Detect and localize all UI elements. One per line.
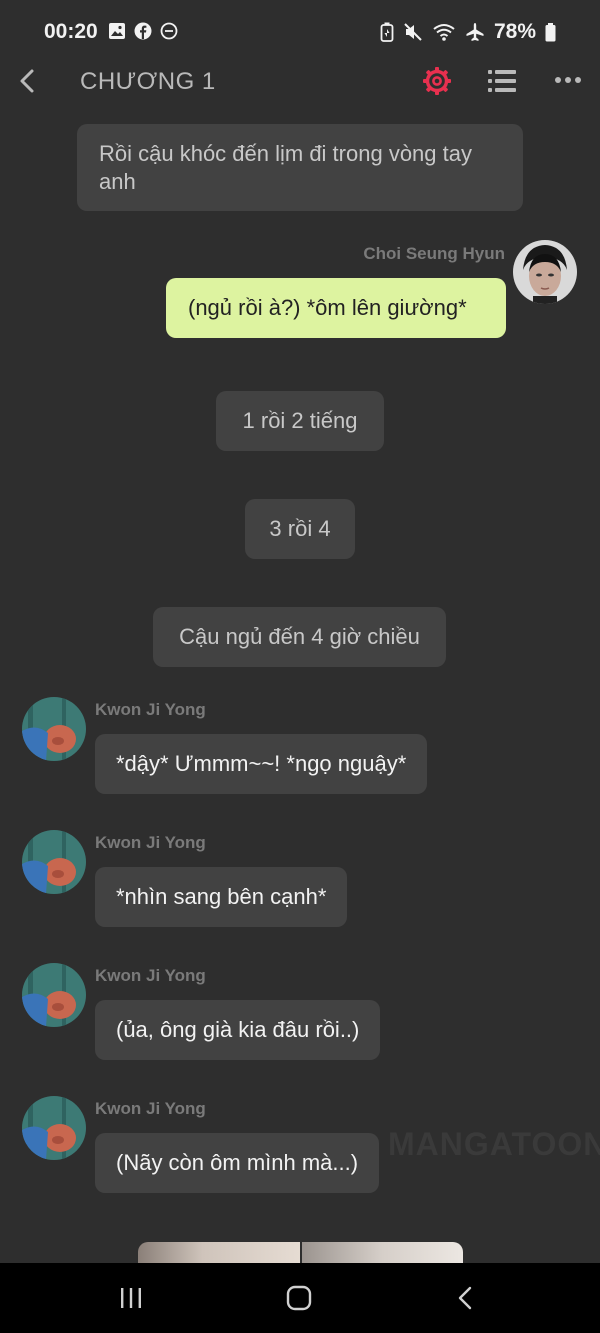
status-time: 00:20	[44, 20, 98, 43]
mute-icon	[404, 23, 422, 41]
message-text: (ủa, ông già kia đâu rồi..)	[116, 1017, 360, 1042]
message-bubble-right: (ngủ rồi à?) *ôm lên giường*	[166, 278, 506, 338]
message-bubble-left: (Nãy còn ôm mình mà...)	[95, 1133, 380, 1193]
dnd-icon	[160, 22, 178, 40]
chapter-list-icon[interactable]	[488, 68, 516, 94]
narration-text: 3 rồi 4	[269, 516, 331, 541]
wifi-icon	[433, 24, 455, 41]
narration-text: 1 rồi 2 tiếng	[242, 408, 358, 433]
avatar-choi-seung-hyun[interactable]	[513, 240, 577, 304]
battery-saver-icon	[380, 22, 394, 42]
status-right-icons: 78%	[380, 20, 556, 44]
status-left-icons	[108, 22, 178, 40]
avatar-kwon-ji-yong[interactable]	[22, 963, 86, 1027]
app-bar: CHƯƠNG 1	[0, 60, 600, 106]
avatar-image-icon	[22, 1096, 86, 1160]
more-options-icon[interactable]	[554, 72, 582, 88]
settings-gear-icon[interactable]	[422, 66, 452, 96]
message-bubble-left: (ủa, ông già kia đâu rồi..)	[95, 1000, 381, 1060]
narration-bubble: 3 rồi 4	[245, 499, 355, 559]
avatar-kwon-ji-yong[interactable]	[22, 1096, 86, 1160]
back-arrow-icon[interactable]	[14, 66, 40, 96]
message-bubble-left: *dậy* Ưmmm~~! *ngọ nguậy*	[95, 734, 428, 794]
avatar-kwon-ji-yong[interactable]	[22, 697, 86, 761]
avatar-kwon-ji-yong[interactable]	[22, 830, 86, 894]
gallery-icon	[109, 23, 125, 39]
message-text: *nhìn sang bên cạnh*	[116, 884, 327, 909]
status-bar: 00:20 78%	[0, 0, 600, 64]
nav-back-icon[interactable]	[455, 1285, 477, 1311]
chapter-title: CHƯƠNG 1	[80, 68, 216, 95]
narration-text: Cậu ngủ đến 4 giờ chiều	[179, 624, 420, 649]
watermark: MANGATOON	[388, 1126, 600, 1162]
facebook-icon	[134, 22, 152, 40]
battery-percent: 78%	[493, 20, 536, 43]
avatar-image-icon	[22, 830, 86, 894]
avatar-image-icon	[513, 240, 577, 304]
message-text: (Nãy còn ôm mình mà...)	[116, 1150, 359, 1175]
avatar-image-icon	[22, 963, 86, 1027]
system-nav-bar	[0, 1263, 600, 1333]
home-icon[interactable]	[285, 1285, 313, 1311]
sender-name: Kwon Ji Yong	[95, 700, 206, 719]
message-text: *dậy* Ưmmm~~! *ngọ nguậy*	[116, 751, 407, 776]
message-text: (ngủ rồi à?) *ôm lên giường*	[188, 295, 467, 320]
sender-name: Kwon Ji Yong	[95, 833, 206, 852]
battery-icon	[545, 22, 556, 41]
airplane-icon	[466, 23, 484, 41]
narration-bubble: Cậu ngủ đến 4 giờ chiều	[153, 607, 446, 667]
narration-text: Rồi cậu khóc đến lịm đi trong vòng tay a…	[99, 141, 472, 194]
narration-bubble: Rồi cậu khóc đến lịm đi trong vòng tay a…	[77, 124, 523, 211]
avatar-image-icon	[22, 697, 86, 761]
sender-name: Kwon Ji Yong	[95, 966, 206, 985]
recent-apps-icon[interactable]	[118, 1285, 144, 1311]
sender-name: Kwon Ji Yong	[95, 1099, 206, 1118]
sender-name: Choi Seung Hyun	[363, 244, 505, 263]
narration-bubble: 1 rồi 2 tiếng	[216, 391, 384, 451]
message-bubble-left: *nhìn sang bên cạnh*	[95, 867, 348, 927]
